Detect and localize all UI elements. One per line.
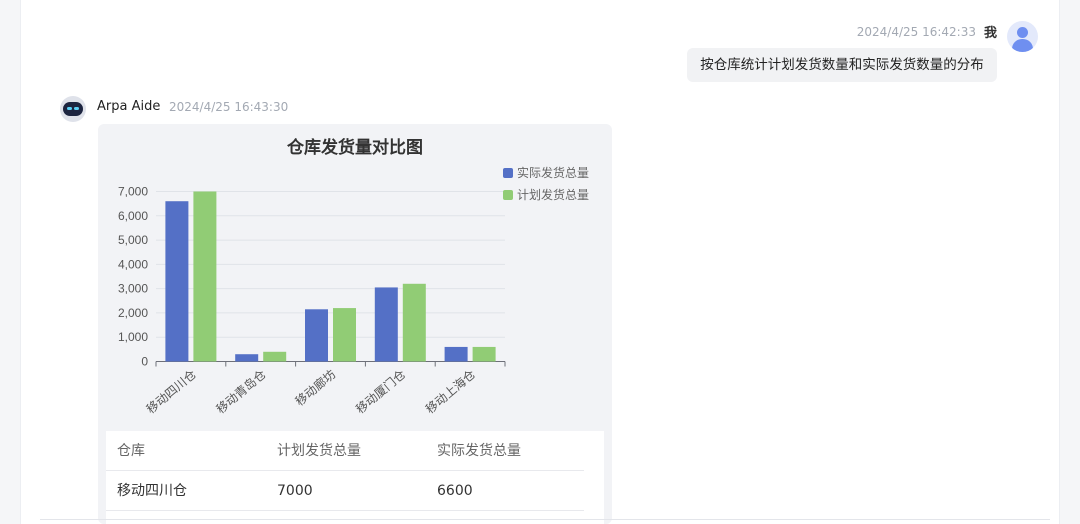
x-tick-label: 移动四川仓: [144, 367, 199, 416]
y-tick-label: 0: [141, 355, 148, 369]
bar-actual: [165, 201, 189, 362]
y-tick-label: 5,000: [118, 233, 148, 247]
bar-planned: [472, 346, 496, 362]
bot-avatar-icon: [60, 96, 86, 122]
y-tick-label: 1,000: [118, 330, 148, 344]
bar-actual: [374, 287, 398, 362]
bar-actual: [235, 354, 259, 362]
bot-message-time: 2024/4/25 16:43:30: [169, 100, 289, 114]
x-tick-label: 移动廊坊: [292, 366, 338, 408]
table-cell: 6600: [437, 483, 473, 499]
legend-swatch: [503, 168, 513, 178]
bar-planned: [263, 351, 287, 362]
legend-label: 计划发货总量: [517, 187, 589, 202]
table-row: 移动四川仓 7000 6600: [106, 471, 584, 511]
user-message-bubble: 按仓库统计计划发货数量和实际发货数量的分布: [687, 48, 997, 82]
x-tick-label: 移动上海仓: [422, 366, 478, 416]
bar-planned: [333, 308, 356, 362]
bar-actual: [444, 346, 468, 362]
y-tick-label: 2,000: [118, 306, 148, 320]
user-name: 我: [983, 26, 997, 41]
user-message-meta: 2024/4/25 16:42:33 我: [856, 22, 997, 42]
y-tick-label: 6,000: [118, 209, 148, 223]
table-header-cell: 实际发货总量: [437, 443, 521, 459]
table-header-cell: 仓库: [117, 443, 145, 459]
table-cell: 移动四川仓: [117, 483, 187, 499]
bar-planned: [402, 283, 426, 362]
x-tick-label: 移动厦门仓: [353, 366, 409, 416]
bar-planned: [193, 191, 217, 362]
table-header-row: 仓库 计划发货总量 实际发货总量: [106, 431, 584, 471]
table-header-cell: 计划发货总量: [277, 443, 361, 459]
bot-name: Arpa Aide: [97, 99, 161, 114]
bar-chart: 仓库发货量对比图 0 1,000 2,000 3,000 4,000 5,000 6,000 7…: [118, 137, 589, 416]
bot-message-card: 仓库发货量对比图 0 1,000 2,000 3,000 4,000 5,000 6,000 7…: [98, 124, 612, 524]
legend-label: 实际发货总量: [517, 165, 589, 180]
y-tick-label: 3,000: [118, 282, 148, 296]
table-cell: 7000: [277, 483, 313, 499]
chart-title: 仓库发货量对比图: [286, 137, 423, 157]
user-avatar-icon: [1007, 21, 1038, 52]
y-tick-label: 7,000: [118, 185, 148, 199]
result-table: 仓库 计划发货总量 实际发货总量 移动四川仓 7000 6600: [106, 431, 604, 524]
legend-swatch: [503, 190, 513, 200]
divider: [40, 519, 1050, 520]
bar-actual: [305, 309, 328, 362]
user-message-time: 2024/4/25 16:42:33: [856, 24, 976, 39]
y-tick-label: 4,000: [118, 257, 148, 271]
x-tick-label: 移动青岛仓: [213, 366, 269, 416]
